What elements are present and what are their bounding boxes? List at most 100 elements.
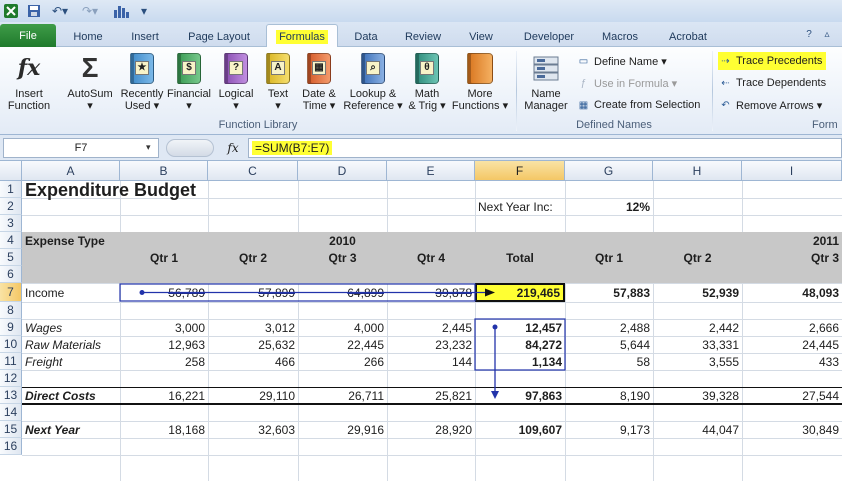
insert-function-line2: Function: [7, 100, 51, 112]
worksheet-grid[interactable]: A B C D E F G H I 1 2 3 4 5 6 7 8 9 10 11 12 13 14 15 16 Expendit…: [0, 161, 842, 481]
customize-icon[interactable]: ▾: [138, 3, 150, 19]
financial-button[interactable]: $ Financial ▾: [164, 51, 214, 112]
define-name-label: Define Name ▾: [594, 55, 667, 68]
tab-developer[interactable]: Developer: [514, 27, 584, 47]
sigma-icon: Σ: [81, 52, 99, 83]
autosum-line2: ▾: [87, 100, 93, 112]
tab-home[interactable]: Home: [64, 27, 112, 47]
redo-icon[interactable]: ↷▾: [78, 3, 102, 19]
text-book-icon: A: [262, 51, 294, 85]
insert-function-icon[interactable]: fx: [222, 139, 244, 157]
insert-function-button[interactable]: fx Insert Function: [4, 51, 54, 112]
calendar-book-icon: ▦: [303, 51, 335, 85]
date-time-line2: Time ▾: [302, 100, 336, 112]
undo-icon[interactable]: ↶▾: [48, 3, 72, 19]
logical-line2: ▾: [233, 100, 239, 112]
formula-bar: F7 ▾ fx =SUM(B7:E7): [0, 135, 842, 161]
name-manager-button[interactable]: Name Manager: [520, 51, 572, 112]
theta-book-icon: θ: [411, 51, 443, 85]
lookup-reference-button[interactable]: ⌕ Lookup & Reference ▾: [342, 51, 404, 112]
text-line1: Text: [267, 88, 289, 100]
name-manager-line2: Manager: [524, 100, 568, 112]
insert-function-line1: Insert: [15, 88, 43, 100]
tab-insert[interactable]: Insert: [120, 27, 170, 47]
create-from-selection-label: Create from Selection: [594, 99, 701, 111]
function-library-label: Function Library: [218, 119, 298, 131]
formula-tag-icon: ƒ: [580, 77, 587, 89]
name-box-dropdown-icon[interactable]: ▾: [146, 142, 151, 153]
use-in-formula-button[interactable]: ƒ Use in Formula ▾: [576, 74, 677, 92]
tag-icon: ▭: [578, 55, 589, 67]
logical-button[interactable]: ? Logical ▾: [214, 51, 258, 112]
text-button[interactable]: A Text ▾: [260, 51, 296, 112]
tab-formulas[interactable]: Formulas: [266, 24, 338, 48]
ribbon-minimize-icon[interactable]: ▵: [820, 27, 834, 41]
use-in-formula-label: Use in Formula ▾: [594, 77, 678, 90]
ribbon-separator: [712, 51, 713, 131]
trace-precedents-label: Trace Precedents: [736, 55, 823, 67]
remove-arrows-label: Remove Arrows ▾: [736, 99, 823, 112]
trace-dependents-icon: ⇠: [721, 77, 730, 89]
math-trig-line1: Math: [414, 88, 440, 100]
trace-precedents-icon: ⇢: [721, 55, 730, 67]
precedent-arrow-head: [485, 288, 495, 297]
more-functions-line1: More: [467, 88, 493, 100]
grid-select-icon: ▦: [578, 99, 589, 111]
question-book-icon: ?: [220, 51, 252, 85]
remove-arrows-icon: ↶: [721, 99, 730, 111]
trace-precedents-button[interactable]: ⇢ Trace Precedents: [718, 52, 827, 70]
tab-view[interactable]: View: [458, 27, 504, 47]
tab-formulas-label: Formulas: [276, 29, 328, 44]
dependent-arrow-head: [491, 391, 499, 399]
help-icon[interactable]: ?: [802, 27, 816, 41]
title-bar: ↶▾ ↷▾ ▾: [0, 0, 842, 22]
tab-page-layout[interactable]: Page Layout: [178, 27, 260, 47]
financial-line1: Financial: [166, 88, 212, 100]
math-trig-line2: & Trig ▾: [408, 100, 446, 112]
tab-data[interactable]: Data: [344, 27, 388, 47]
lookup-reference-line1: Lookup &: [349, 88, 397, 100]
save-icon[interactable]: [26, 3, 42, 19]
date-time-line1: Date &: [302, 88, 336, 100]
name-box[interactable]: F7: [3, 138, 159, 158]
trace-dependents-button[interactable]: ⇠ Trace Dependents: [718, 74, 826, 92]
dependent-range-box: [474, 318, 566, 371]
fx-icon: fx: [17, 55, 41, 81]
tab-file[interactable]: File: [0, 24, 56, 47]
text-line2: ▾: [275, 100, 281, 112]
remove-arrows-button[interactable]: ↶ Remove Arrows ▾: [718, 96, 822, 114]
formula-text: =SUM(B7:E7): [252, 141, 333, 155]
formula-bar-expander[interactable]: [166, 139, 214, 157]
tab-macros[interactable]: Macros: [592, 27, 648, 47]
autosum-button[interactable]: Σ AutoSum ▾: [62, 51, 118, 113]
defined-names-label: Defined Names: [576, 119, 652, 131]
ribbon-tabs: File Home Insert Page Layout Formulas Da…: [0, 22, 842, 48]
tab-review[interactable]: Review: [396, 27, 450, 47]
autosum-line1: AutoSum: [67, 88, 113, 100]
recently-used-line2: Used ▾: [124, 100, 160, 112]
star-book-icon: ★: [126, 51, 158, 85]
more-books-icon: [464, 51, 496, 85]
lookup-reference-line2: Reference ▾: [343, 100, 403, 112]
name-manager-line1: Name: [531, 88, 561, 100]
more-functions-line2: Functions ▾: [451, 100, 509, 112]
formula-input[interactable]: =SUM(B7:E7): [248, 138, 842, 158]
excel-window: ↶▾ ↷▾ ▾ File Home Insert Page Layout For…: [0, 0, 842, 481]
recently-used-button[interactable]: ★ Recently Used ▾: [118, 51, 166, 112]
formula-auditing-label: Form: [812, 119, 838, 131]
financial-line2: ▾: [186, 100, 192, 112]
trace-dependents-label: Trace Dependents: [736, 77, 827, 89]
create-from-selection-button[interactable]: ▦ Create from Selection: [576, 96, 701, 114]
magnifier-book-icon: ⌕: [357, 51, 389, 85]
date-time-button[interactable]: ▦ Date & Time ▾: [296, 51, 342, 112]
ribbon-formulas: fx Insert Function Σ AutoSum ▾ ★ Recentl…: [0, 47, 842, 135]
math-trig-button[interactable]: θ Math & Trig ▾: [404, 51, 450, 112]
define-name-button[interactable]: ▭ Define Name ▾: [576, 52, 667, 70]
recently-used-line1: Recently: [120, 88, 164, 100]
excel-logo-icon[interactable]: [2, 3, 20, 19]
more-functions-button[interactable]: More Functions ▾: [450, 51, 510, 112]
tab-acrobat[interactable]: Acrobat: [658, 27, 718, 47]
chart-icon[interactable]: [110, 3, 134, 19]
logical-line1: Logical: [218, 88, 254, 100]
name-manager-icon: [530, 51, 562, 85]
